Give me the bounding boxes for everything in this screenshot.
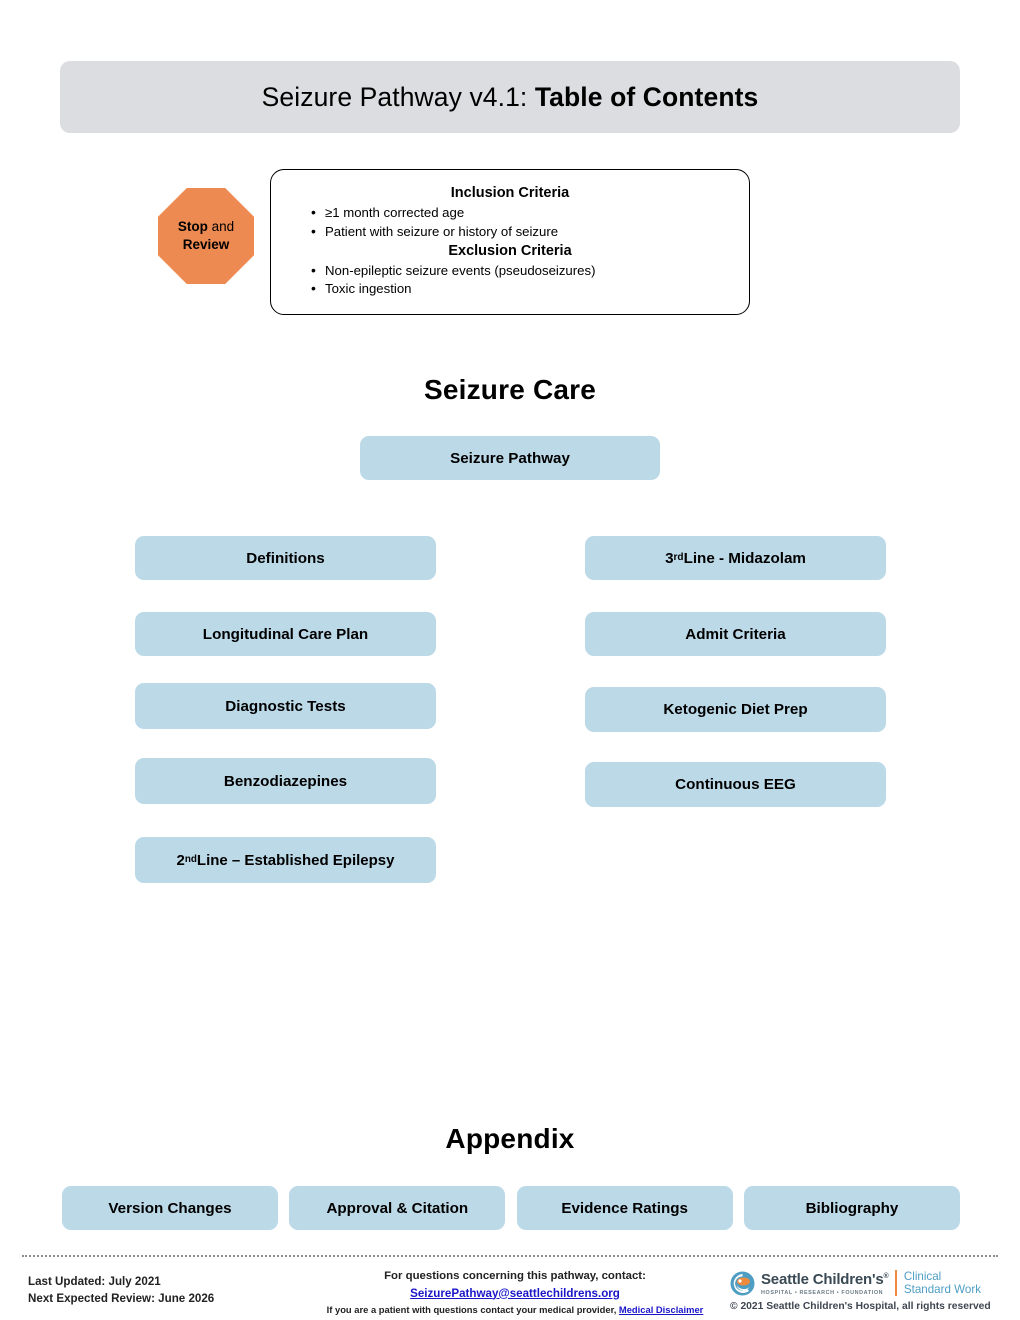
last-updated-text: Last Updated: July 2021 bbox=[28, 1275, 161, 1288]
disclaimer-prefix: If you are a patient with questions cont… bbox=[326, 1303, 619, 1315]
disclaimer-text: If you are a patient with questions cont… bbox=[300, 1303, 730, 1316]
link-button-benzodiazepines[interactable]: Benzodiazepines bbox=[135, 758, 436, 804]
next-review-text: Next Expected Review: June 2026 bbox=[28, 1291, 215, 1305]
and-word: and bbox=[207, 219, 235, 234]
footer-contact-block: For questions concerning this pathway, c… bbox=[300, 1269, 730, 1316]
logo-divider bbox=[895, 1270, 897, 1296]
copyright-text: © 2021 Seattle Children's Hospital, all … bbox=[730, 1301, 991, 1312]
list-item: Toxic ingestion bbox=[311, 279, 731, 299]
seizure-care-section-heading: Seizure Care bbox=[423, 374, 597, 405]
page-title: Seizure Pathway v4.1: Table of Contents bbox=[262, 82, 759, 113]
logo-brand-text: Seattle Children's® bbox=[761, 1269, 889, 1289]
link-button-bibliography[interactable]: Bibliography bbox=[743, 1186, 960, 1230]
link-button-continuous-eeg[interactable]: Continuous EEG bbox=[585, 762, 886, 807]
list-item: Patient with seizure or history of seizu… bbox=[311, 222, 731, 242]
stop-review-line1: Stop and bbox=[178, 218, 234, 236]
footer-divider bbox=[22, 1255, 998, 1257]
link-button-seizure-pathway[interactable]: Seizure Pathway bbox=[360, 436, 660, 480]
page-title-bar: Seizure Pathway v4.1: Table of Contents bbox=[60, 61, 960, 133]
link-button-definitions[interactable]: Definitions bbox=[135, 536, 436, 580]
second-line-text: Line – Established Epilepsy bbox=[196, 851, 395, 869]
exclusion-criteria-heading: Exclusion Criteria bbox=[448, 242, 572, 259]
page-footer: Last Updated: July 2021 Next Expected Re… bbox=[0, 1262, 1020, 1320]
logo-tagline: Clinical Standard Work bbox=[904, 1270, 981, 1296]
second-line-number: 2 bbox=[176, 851, 185, 869]
seattle-childrens-mark-icon bbox=[730, 1271, 755, 1296]
appendix-section-heading: Appendix bbox=[445, 1123, 575, 1154]
link-button-version-changes[interactable]: Version Changes bbox=[62, 1186, 278, 1230]
footer-revision-info: Last Updated: July 2021 Next Expected Re… bbox=[28, 1274, 214, 1307]
link-button-ketogenic-diet-prep[interactable]: Ketogenic Diet Prep bbox=[585, 687, 886, 732]
list-item: Non-epileptic seizure events (pseudoseiz… bbox=[311, 261, 731, 281]
appendix-button-row: Version Changes Approval & Citation Evid… bbox=[62, 1186, 960, 1230]
logo-tagline-line1: Clinical bbox=[903, 1269, 942, 1283]
logo-tagline-line2: Standard Work bbox=[903, 1283, 981, 1296]
logo-brand-name: Seattle Children's bbox=[761, 1271, 884, 1289]
footer-branding-block: Seattle Children's® HOSPITAL • RESEARCH … bbox=[730, 1268, 1002, 1312]
inclusion-criteria-heading: Inclusion Criteria bbox=[450, 185, 570, 201]
link-button-evidence-ratings[interactable]: Evidence Ratings bbox=[516, 1186, 733, 1230]
contact-prompt-text: For questions concerning this pathway, c… bbox=[384, 1270, 646, 1282]
trademark-icon: ® bbox=[883, 1273, 889, 1281]
third-line-number: 3 bbox=[665, 549, 674, 567]
link-button-admit-criteria[interactable]: Admit Criteria bbox=[585, 612, 886, 656]
seattle-childrens-logo: Seattle Children's® HOSPITAL • RESEARCH … bbox=[730, 1268, 1002, 1298]
third-line-text: Line - Midazolam bbox=[683, 549, 806, 567]
inclusion-criteria-list: ≥1 month corrected age Patient with seiz… bbox=[289, 203, 731, 242]
contact-email-link[interactable]: SeizurePathway@seattlechildrens.org bbox=[410, 1286, 620, 1301]
link-button-longitudinal-care-plan[interactable]: Longitudinal Care Plan bbox=[135, 612, 436, 656]
stop-and-review-octagon-icon: Stop and Review bbox=[158, 188, 254, 284]
logo-sub-text: HOSPITAL • RESEARCH • FOUNDATION bbox=[761, 1289, 884, 1296]
medical-disclaimer-link[interactable]: Medical Disclaimer bbox=[619, 1304, 703, 1315]
page-title-normal: Seizure Pathway v4.1: bbox=[261, 81, 535, 112]
exclusion-criteria-list: Non-epileptic seizure events (pseudoseiz… bbox=[289, 261, 731, 300]
stop-review-line2: Review bbox=[182, 237, 230, 252]
link-button-diagnostic-tests[interactable]: Diagnostic Tests bbox=[135, 683, 436, 729]
page-title-bold: Table of Contents bbox=[534, 81, 759, 112]
logo-wordmark: Seattle Children's® HOSPITAL • RESEARCH … bbox=[761, 1269, 889, 1297]
link-button-approval-citation[interactable]: Approval & Citation bbox=[289, 1186, 506, 1230]
stop-word: Stop bbox=[177, 219, 208, 234]
link-button-second-line-established-epilepsy[interactable]: 2nd Line – Established Epilepsy bbox=[135, 837, 436, 883]
list-item: ≥1 month corrected age bbox=[311, 203, 731, 223]
inclusion-exclusion-criteria-box: Inclusion Criteria ≥1 month corrected ag… bbox=[270, 169, 750, 315]
link-button-third-line-midazolam[interactable]: 3rd Line - Midazolam bbox=[585, 536, 886, 580]
